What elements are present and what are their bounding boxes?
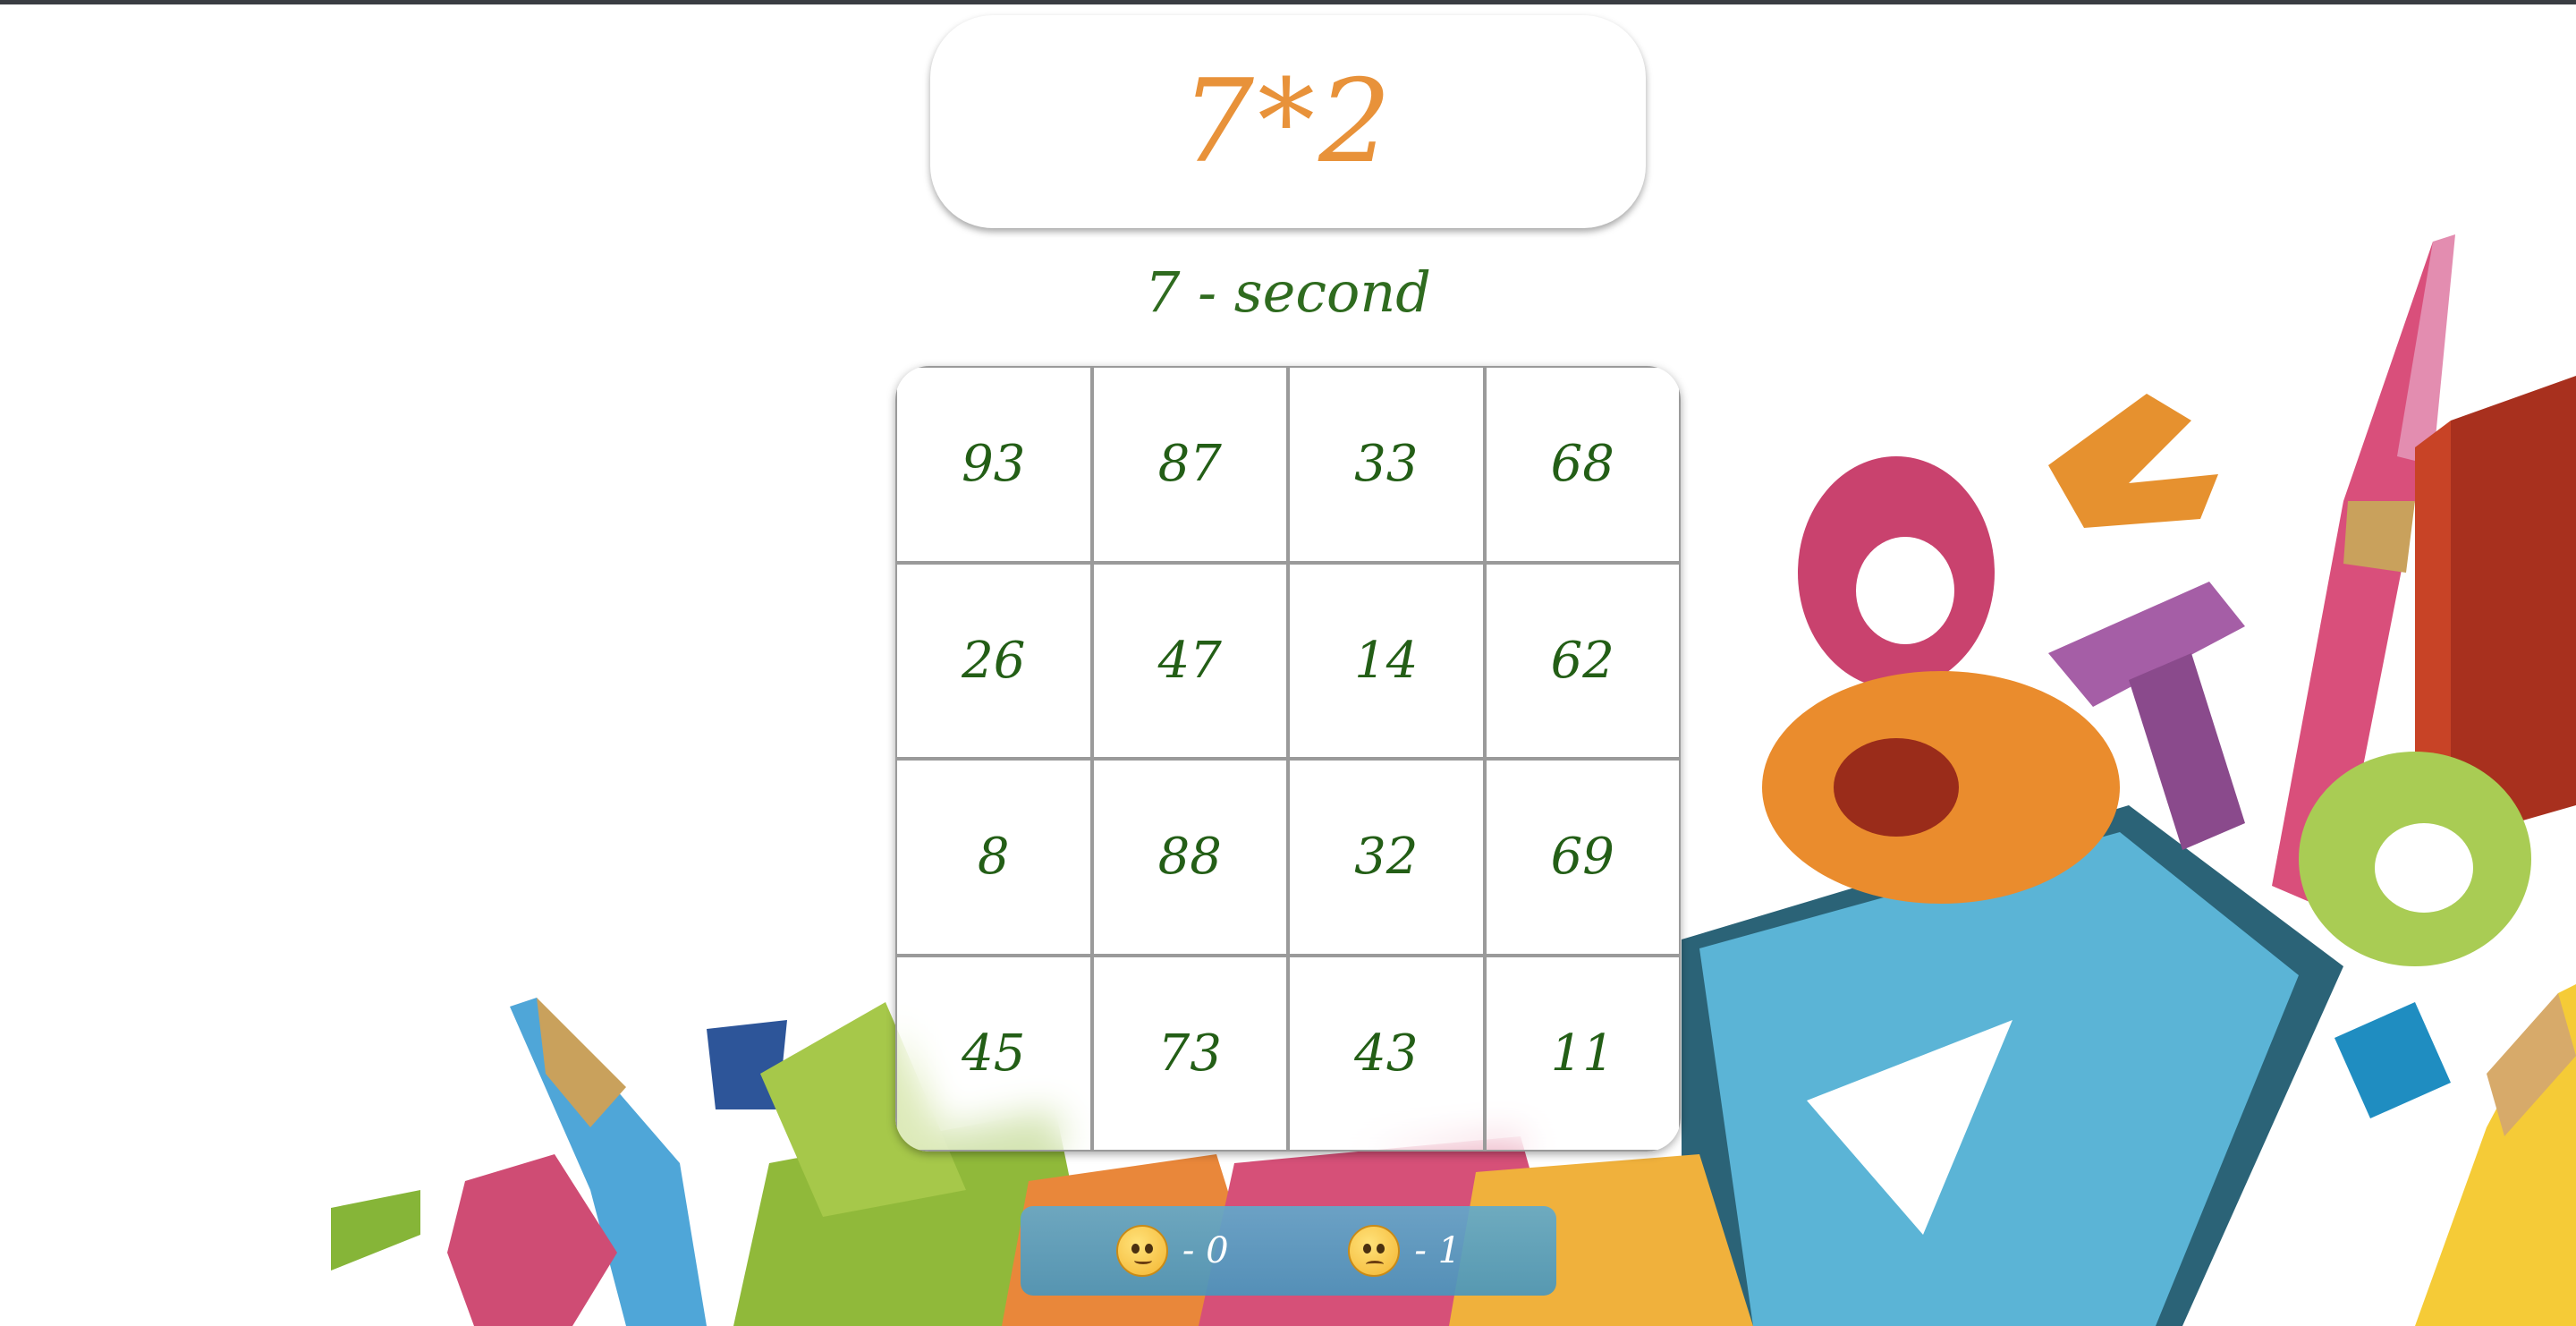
answer-cell[interactable]: 47 <box>1091 562 1288 759</box>
question-text: 7*2 <box>1181 55 1395 189</box>
answer-grid: 93 87 33 68 26 47 14 62 8 88 32 69 45 73… <box>895 366 1681 1152</box>
answer-cell[interactable]: 8 <box>895 759 1092 956</box>
wrong-count: - 1 <box>1414 1230 1462 1271</box>
correct-count: - 0 <box>1182 1230 1229 1271</box>
question-card: 7*2 <box>930 15 1646 228</box>
answer-cell[interactable]: 87 <box>1091 366 1288 563</box>
thinking-face-icon <box>1115 1225 1168 1277</box>
answer-cell[interactable]: 45 <box>895 955 1092 1152</box>
wrong-score: - 1 <box>1348 1225 1461 1277</box>
answer-cell[interactable]: 88 <box>1091 759 1288 956</box>
answer-cell[interactable]: 14 <box>1288 562 1485 759</box>
answer-cell[interactable]: 33 <box>1288 366 1485 563</box>
pleading-face-icon <box>1348 1225 1401 1277</box>
answer-cell[interactable]: 73 <box>1091 955 1288 1152</box>
answer-cell[interactable]: 93 <box>895 366 1092 563</box>
answer-cell[interactable]: 11 <box>1484 955 1681 1152</box>
answer-cell[interactable]: 32 <box>1288 759 1485 956</box>
answer-cell[interactable]: 68 <box>1484 366 1681 563</box>
answer-cell[interactable]: 62 <box>1484 562 1681 759</box>
answer-cell[interactable]: 26 <box>895 562 1092 759</box>
score-bar: - 0 - 1 <box>1021 1206 1556 1296</box>
timer-text: 7 - second <box>1145 259 1431 325</box>
answer-cell[interactable]: 43 <box>1288 955 1485 1152</box>
correct-score: - 0 <box>1115 1225 1229 1277</box>
answer-cell[interactable]: 69 <box>1484 759 1681 956</box>
